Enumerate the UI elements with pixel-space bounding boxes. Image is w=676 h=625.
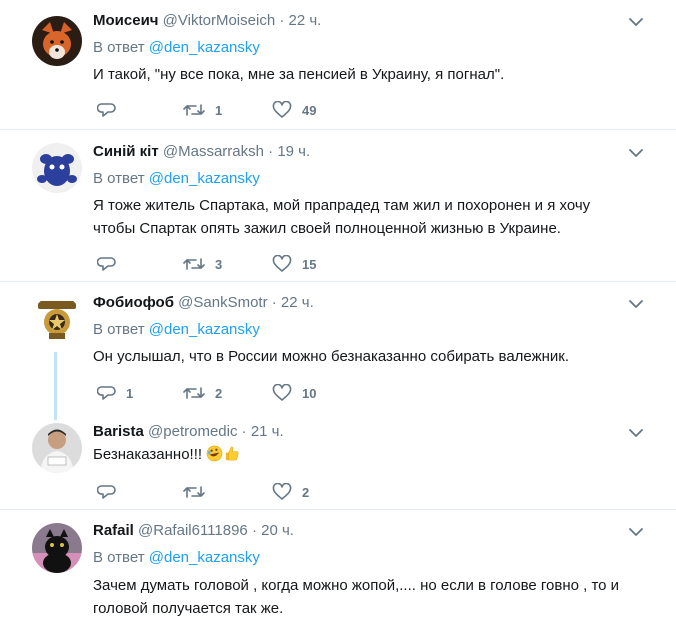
reply-prefix: В ответ — [93, 170, 145, 187]
like-count: 2 — [302, 484, 310, 500]
retweet-icon — [183, 486, 205, 498]
like-count: 15 — [302, 256, 317, 272]
separator-dot: · — [279, 12, 285, 29]
user-handle[interactable]: @ViktorMoiseich — [163, 12, 276, 29]
timestamp[interactable]: 22 ч. — [281, 294, 314, 311]
retweet-button[interactable]: 3 — [183, 254, 222, 274]
tweet-5[interactable]: Rafail @Rafail6111896 · 20 ч. В ответ @d… — [0, 510, 676, 625]
avatar-barista[interactable] — [32, 423, 82, 473]
retweet-icon — [183, 104, 205, 116]
retweet-icon — [183, 258, 205, 270]
timestamp[interactable]: 20 ч. — [261, 522, 294, 539]
reply-mention-link[interactable]: @den_kazansky — [149, 170, 260, 187]
display-name[interactable]: Синій кіт — [93, 143, 159, 160]
tweet-text: Он услышал, что в России можно безнаказа… — [93, 345, 653, 368]
display-name[interactable]: Моисеич — [93, 12, 159, 29]
like-button[interactable]: 10 — [272, 383, 316, 403]
chevron-down-icon[interactable] — [628, 147, 644, 159]
reply-context: В ответ @den_kazansky — [93, 169, 260, 189]
reply-context: В ответ @den_kazansky — [93, 38, 260, 58]
tweet-text: И такой, "ну все пока, мне за пенсией в … — [93, 63, 653, 86]
chevron-down-icon[interactable] — [628, 16, 644, 28]
tweet-text-line: И такой, "ну все пока, мне за пенсией в … — [93, 66, 505, 83]
reply-prefix: В ответ — [93, 39, 145, 56]
reply-mention-link[interactable]: @den_kazansky — [149, 321, 260, 338]
reply-icon — [97, 257, 116, 271]
heart-icon — [272, 101, 292, 118]
retweet-button[interactable] — [183, 482, 215, 502]
tweet-text: Безнаказанно!!! — [93, 443, 653, 466]
reply-mention-link[interactable]: @den_kazansky — [149, 549, 260, 566]
tweet-header: Моисеич @ViktorMoiseich · 22 ч. — [93, 11, 321, 31]
timestamp[interactable]: 21 ч. — [251, 423, 284, 440]
thumbs-up-emoji — [226, 446, 239, 461]
tweet-3[interactable]: Фобиофоб @SankSmotr · 22 ч. В ответ @den… — [0, 282, 676, 410]
like-count: 49 — [302, 102, 317, 118]
rolling-laughing-emoji — [206, 445, 223, 462]
tweet-text-line: Безнаказанно!!! — [93, 446, 203, 463]
avatar-blue-cat[interactable] — [32, 143, 82, 193]
tweet-header: Rafail @Rafail6111896 · 20 ч. — [93, 521, 294, 541]
reply-mention-link[interactable]: @den_kazansky — [149, 39, 260, 56]
heart-icon — [272, 384, 292, 401]
retweet-count: 1 — [215, 102, 223, 118]
separator-dot: · — [271, 294, 277, 311]
retweet-count: 3 — [215, 256, 223, 272]
chevron-down-icon[interactable] — [628, 526, 644, 538]
reply-count: 1 — [126, 385, 134, 401]
reply-button[interactable]: 1 — [97, 383, 133, 403]
retweet-count: 2 — [215, 385, 223, 401]
reply-icon — [97, 103, 116, 117]
user-handle[interactable]: @SankSmotr — [178, 294, 267, 311]
display-name[interactable]: Barista — [93, 423, 144, 440]
like-button[interactable]: 2 — [272, 482, 309, 502]
heart-icon — [272, 255, 292, 272]
avatar-black-cat[interactable] — [32, 523, 82, 573]
display-name[interactable]: Rafail — [93, 522, 134, 539]
tweet-text-line: головой получается так же. — [93, 600, 284, 617]
reply-button[interactable] — [97, 100, 126, 120]
user-handle[interactable]: @petromedic — [148, 423, 237, 440]
avatar-emblem[interactable] — [32, 295, 82, 345]
reply-button[interactable] — [97, 482, 126, 502]
tweet-header: Фобиофоб @SankSmotr · 22 ч. — [93, 293, 314, 313]
tweet-text: Зачем думать головой , когда можно жопой… — [93, 574, 653, 620]
user-handle[interactable]: @Massarraksh — [163, 143, 264, 160]
reply-icon — [97, 386, 116, 400]
reply-icon — [97, 485, 116, 499]
timestamp[interactable]: 19 ч. — [277, 143, 310, 160]
timestamp[interactable]: 22 ч. — [289, 12, 322, 29]
retweet-button[interactable]: 1 — [183, 100, 222, 120]
tweet-header: Синій кіт @Massarraksh · 19 ч. — [93, 142, 310, 162]
heart-icon — [272, 483, 292, 500]
separator-dot: · — [268, 143, 274, 160]
chevron-down-icon[interactable] — [628, 298, 644, 310]
reply-button[interactable] — [97, 254, 126, 274]
like-button[interactable]: 15 — [272, 254, 316, 274]
tweet-4[interactable]: Barista @petromedic · 21 ч. Безнаказанно… — [0, 410, 676, 508]
tweet-text-line: Зачем думать головой , когда можно жопой… — [93, 577, 620, 594]
tweet-1[interactable]: Моисеич @ViktorMoiseich · 22 ч. В ответ … — [0, 0, 676, 128]
separator-dot: · — [251, 522, 257, 539]
display-name[interactable]: Фобиофоб — [93, 294, 174, 311]
chevron-down-icon[interactable] — [628, 427, 644, 439]
separator-dot: · — [241, 423, 247, 440]
tweet-text-line: Он услышал, что в России можно безнаказа… — [93, 348, 570, 365]
reply-prefix: В ответ — [93, 549, 145, 566]
like-count: 10 — [302, 385, 317, 401]
tweet-text: Я тоже житель Спартака, мой прапрадед та… — [93, 194, 653, 240]
like-button[interactable]: 49 — [272, 100, 316, 120]
retweet-button[interactable]: 2 — [183, 383, 222, 403]
user-handle[interactable]: @Rafail6111896 — [138, 522, 248, 539]
tweet-2[interactable]: Синій кіт @Massarraksh · 19 ч. В ответ @… — [0, 130, 676, 280]
avatar-fox[interactable] — [32, 16, 82, 66]
tweet-text-line: чтобы Спартак опять зажил своей полноцен… — [93, 220, 561, 237]
tweet-text-line: Я тоже житель Спартака, мой прапрадед та… — [93, 197, 591, 214]
reply-context: В ответ @den_kazansky — [93, 548, 260, 568]
reply-prefix: В ответ — [93, 321, 145, 338]
retweet-icon — [183, 387, 205, 399]
reply-context: В ответ @den_kazansky — [93, 320, 260, 340]
tweet-header: Barista @petromedic · 21 ч. — [93, 422, 284, 442]
